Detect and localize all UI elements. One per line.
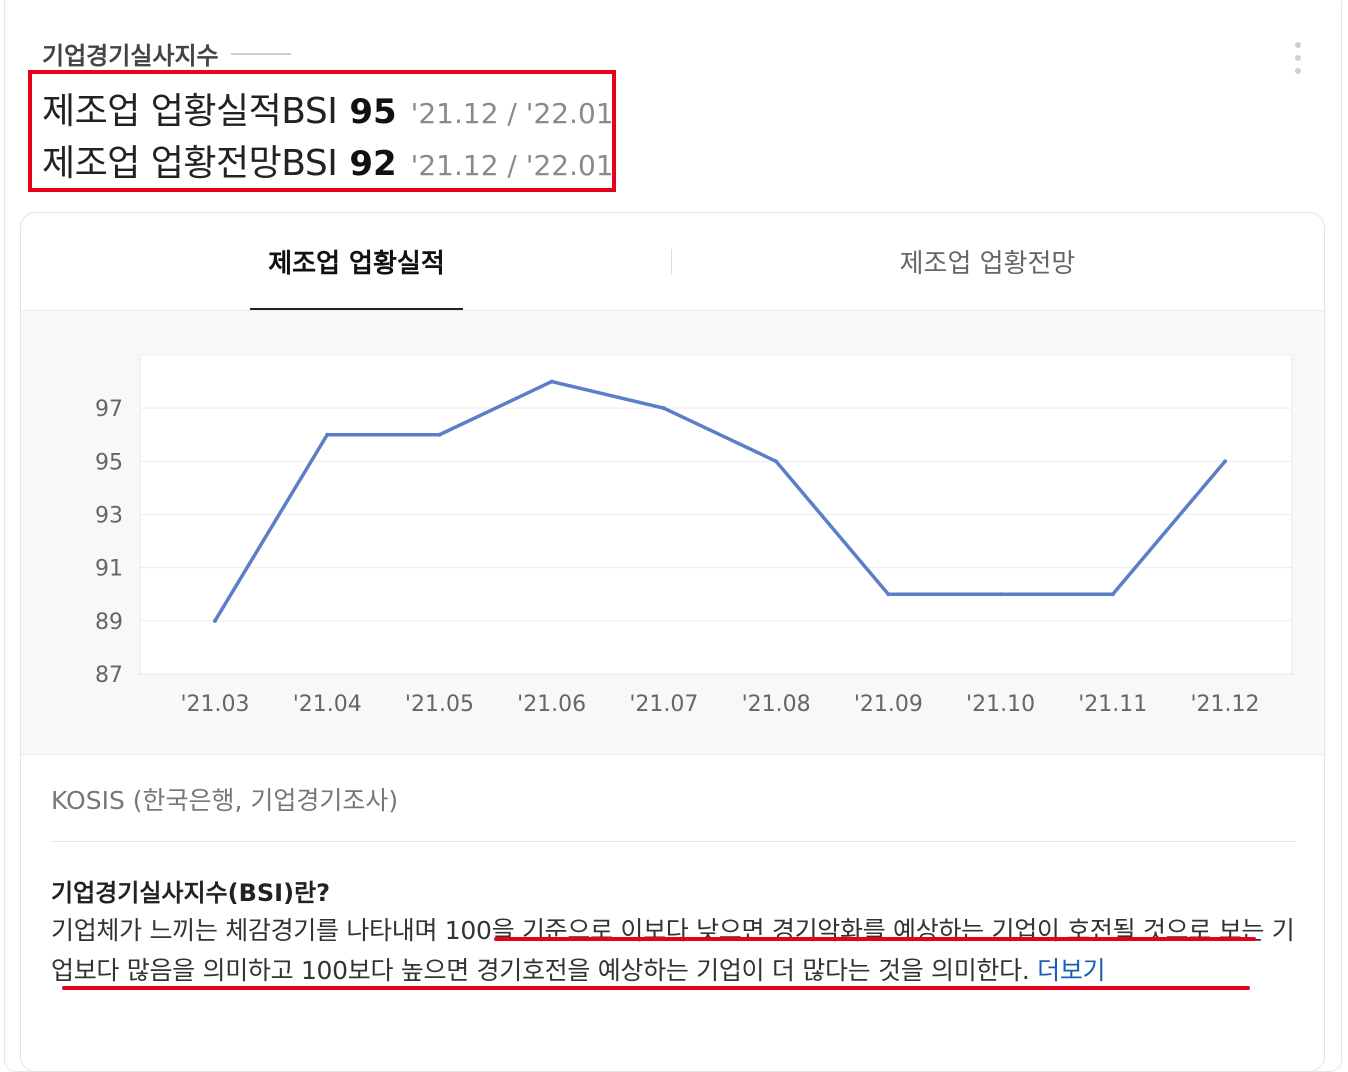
x-tick-label: '21.08 xyxy=(742,692,811,717)
tab-performance[interactable]: 제조업 업황실적 xyxy=(250,213,463,310)
red-underline-annotation xyxy=(62,986,1250,990)
tab-outlook[interactable]: 제조업 업황전망 xyxy=(881,213,1094,310)
title-line-decoration xyxy=(230,52,291,55)
more-link[interactable]: 더보기 xyxy=(1037,956,1105,985)
highlight-annotation-box xyxy=(28,70,616,192)
y-tick-label: 87 xyxy=(95,663,123,688)
y-tick-label: 89 xyxy=(95,610,123,635)
x-tick-label: '21.05 xyxy=(405,692,474,717)
x-tick-label: '21.04 xyxy=(293,692,362,717)
active-tab-indicator xyxy=(250,308,463,310)
chart-card: 제조업 업황실적 제조업 업황전망 87 89 91 93 95 97 '21.03 '21.… xyxy=(20,212,1325,1072)
tab-divider xyxy=(671,249,672,275)
data-point xyxy=(774,459,779,464)
data-point xyxy=(325,432,330,437)
x-tick-label: '21.10 xyxy=(966,692,1035,717)
data-point xyxy=(549,379,554,384)
section-title: 기업경기실사지수 xyxy=(42,42,219,70)
chart-area: 87 89 91 93 95 97 '21.03 '21.04 '21.05 '21.06 '21.… xyxy=(21,311,1324,755)
y-tick-label: 97 xyxy=(95,397,123,422)
data-point xyxy=(1223,459,1227,464)
x-tick-label: '21.03 xyxy=(180,692,249,717)
data-point xyxy=(886,592,891,597)
x-tick-label: '21.12 xyxy=(1190,692,1259,717)
x-tick-label: '21.11 xyxy=(1078,692,1147,717)
y-tick-label: 95 xyxy=(95,450,123,475)
data-point xyxy=(1110,592,1115,597)
data-source: KOSIS (한국은행, 기업경기조사) xyxy=(51,786,399,815)
red-underline-annotation xyxy=(494,937,1256,941)
data-point xyxy=(213,618,217,623)
description-text: 기업체가 느끼는 체감경기를 나타내며 100을 기준으로 이보다 낮으면 경기… xyxy=(51,916,1295,985)
y-tick-label: 91 xyxy=(95,557,123,582)
y-tick-label: 93 xyxy=(95,504,123,529)
description-title: 기업경기실사지수(BSI)란? xyxy=(51,879,331,907)
more-options-icon[interactable] xyxy=(1290,42,1306,74)
x-tick-label: '21.09 xyxy=(854,692,923,717)
description-body: 기업체가 느끼는 체감경기를 나타내며 100을 기준으로 이보다 낮으면 경기… xyxy=(51,911,1301,991)
data-point xyxy=(437,432,442,437)
source-divider xyxy=(51,841,1295,842)
tab-bar: 제조업 업황실적 제조업 업황전망 xyxy=(21,213,1324,311)
x-tick-label: '21.06 xyxy=(517,692,586,717)
data-point xyxy=(998,592,1003,597)
data-point xyxy=(661,406,666,411)
line-chart: 87 89 91 93 95 97 '21.03 '21.04 '21.05 '21.06 '21.… xyxy=(95,354,1293,717)
x-tick-label: '21.07 xyxy=(629,692,698,717)
section-header: 기업경기실사지수 xyxy=(42,36,291,71)
